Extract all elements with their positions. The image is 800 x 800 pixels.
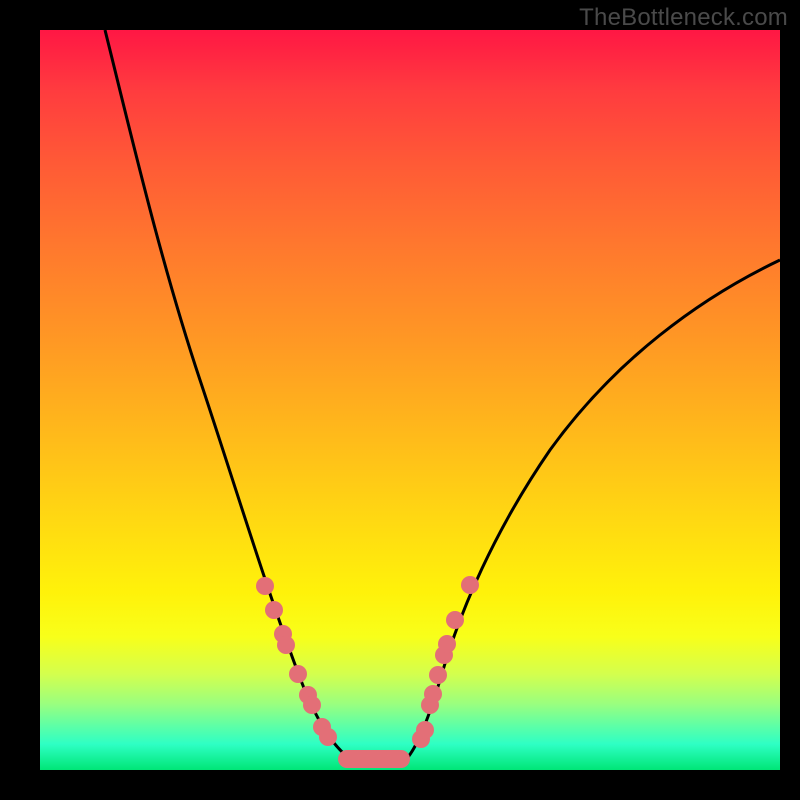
marker-dot: [256, 577, 274, 595]
marker-dot: [319, 728, 337, 746]
marker-dot: [303, 696, 321, 714]
marker-dot: [416, 721, 434, 739]
chart-svg: [40, 30, 780, 770]
trough-pill: [338, 750, 410, 768]
marker-dot: [446, 611, 464, 629]
chart-plot-area: [40, 30, 780, 770]
marker-dot: [438, 635, 456, 653]
chart-frame: TheBottleneck.com: [0, 0, 800, 800]
curve-left: [105, 30, 362, 765]
marker-dot: [424, 685, 442, 703]
marker-dot: [429, 666, 447, 684]
marker-dot: [265, 601, 283, 619]
marker-dot: [289, 665, 307, 683]
watermark-text: TheBottleneck.com: [579, 4, 788, 32]
curve-right: [400, 260, 780, 765]
marker-dot: [461, 576, 479, 594]
marker-dot: [277, 636, 295, 654]
